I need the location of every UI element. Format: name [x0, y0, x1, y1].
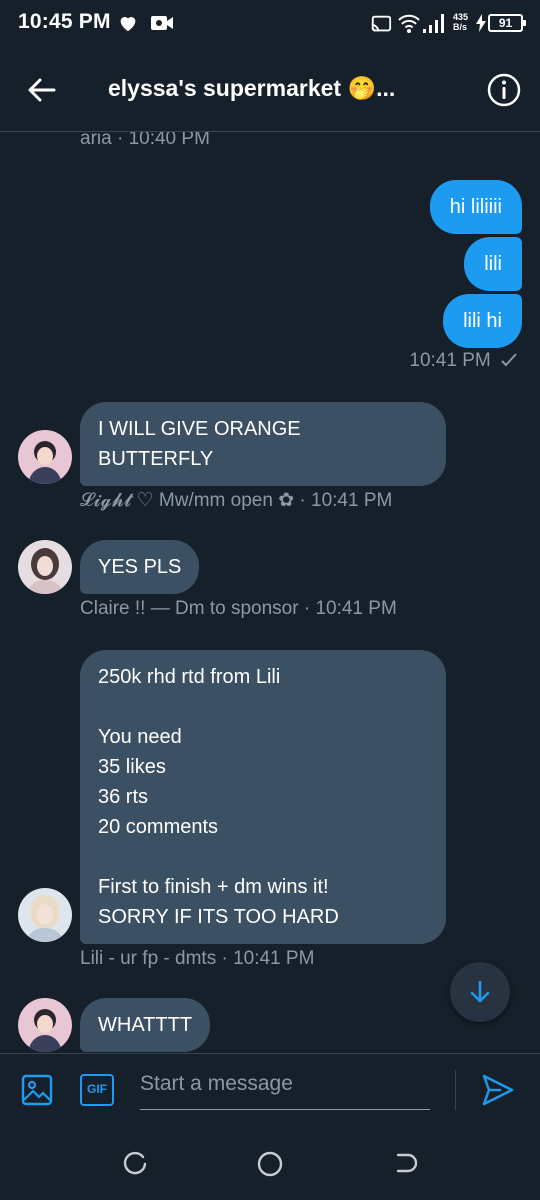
outgoing-time: 10:41 PM [409, 350, 491, 371]
heart-icon [120, 17, 136, 32]
check-icon [501, 353, 517, 367]
avatar[interactable] [18, 998, 72, 1052]
message-meta: Claire !! — Dm to sponsor · 10:41 PM [80, 598, 397, 619]
arrow-left-icon[interactable] [24, 72, 60, 108]
avatar[interactable] [18, 540, 72, 594]
system-nav-bar [0, 1125, 540, 1200]
home-icon[interactable] [255, 1149, 285, 1179]
avatar[interactable] [18, 430, 72, 484]
charging-icon [476, 14, 486, 32]
message-meta: Lili - ur fp - dmts · 10:41 PM [80, 948, 315, 969]
scroll-down-button[interactable] [450, 962, 510, 1022]
battery-icon: 91 [488, 14, 526, 32]
incoming-message[interactable]: WHATTTT [80, 998, 211, 1052]
outgoing-message[interactable]: lili [464, 237, 522, 291]
video-camera-icon [151, 16, 173, 30]
signal-icon [423, 14, 444, 33]
incoming-message[interactable]: I WILL GIVE ORANGE BUTTERFLY [80, 402, 446, 486]
outgoing-message[interactable]: hi liliiii [429, 180, 522, 234]
gif-label: GIF [87, 1082, 107, 1096]
outgoing-meta: 10:41 PM [409, 350, 518, 372]
message-composer: GIF Start a message [0, 1053, 540, 1125]
image-icon[interactable] [21, 1074, 53, 1106]
status-bar: 10:45 PM 435 B/s 91 [0, 0, 540, 48]
conversation-title[interactable]: elyssa's supermarket 🤭... [108, 75, 438, 102]
back-nav-icon[interactable] [390, 1149, 420, 1179]
send-icon[interactable] [480, 1072, 516, 1108]
message-meta: 𝓛𝓲𝓰𝓱𝓽 ♡ Mw/mm open ✿ · 10:41 PM [80, 490, 393, 511]
conversation-header: elyssa's supermarket 🤭... [0, 48, 540, 132]
outgoing-message[interactable]: lili hi [443, 294, 522, 348]
composer-divider [455, 1070, 456, 1110]
info-icon[interactable] [486, 72, 522, 108]
status-time: 10:45 PM [18, 10, 111, 33]
avatar[interactable] [18, 888, 72, 942]
recent-apps-icon[interactable] [120, 1149, 150, 1179]
message-input[interactable]: Start a message [140, 1068, 430, 1110]
cast-icon [371, 15, 392, 32]
network-speed: 435 B/s [453, 12, 469, 32]
wifi-icon [398, 14, 420, 33]
incoming-message[interactable]: YES PLS [80, 540, 200, 594]
incoming-message[interactable]: 250k rhd rtd from Lili You need 35 likes… [80, 650, 446, 944]
gif-icon[interactable]: GIF [80, 1074, 114, 1106]
arrow-down-icon [470, 980, 490, 1003]
